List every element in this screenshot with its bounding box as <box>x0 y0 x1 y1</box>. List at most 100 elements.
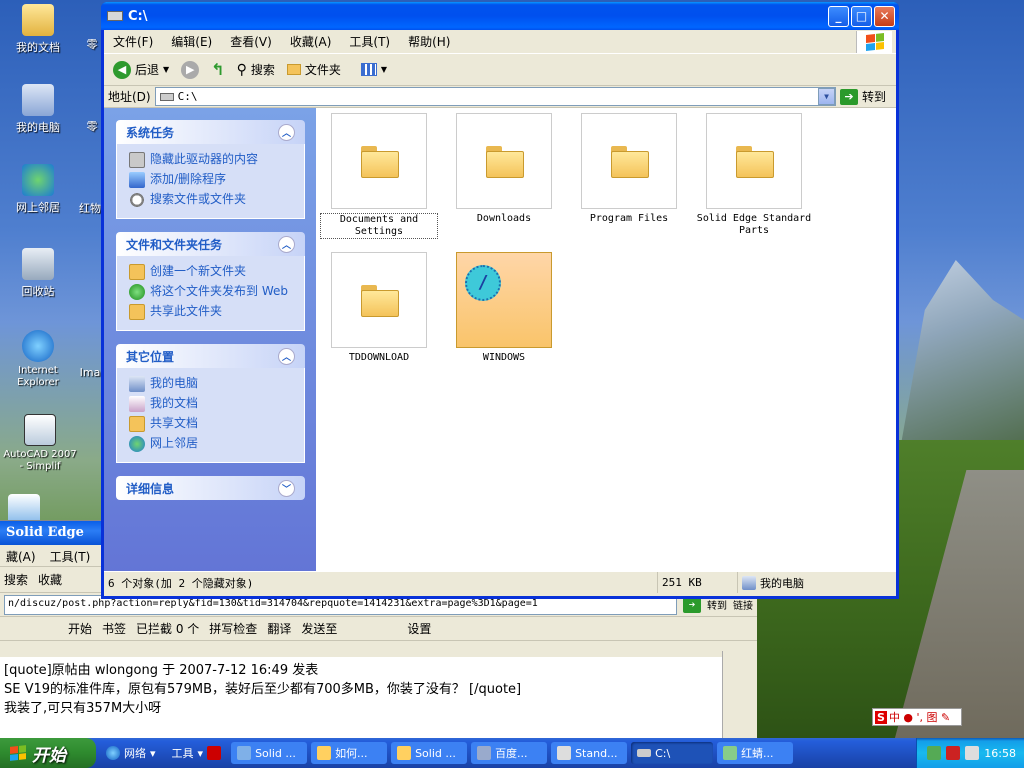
address-bar: 地址(D) C:\ ▼ ➔ 转到 <box>104 86 896 108</box>
bookmarks-button[interactable]: 书签 <box>102 620 126 637</box>
reply-textarea[interactable]: [quote]原帖由 wlongong 于 2007-7-12 16:49 发表… <box>0 657 722 741</box>
place-my-documents[interactable]: 我的文档 <box>129 394 294 414</box>
folder-item[interactable]: Solid Edge Standard Parts <box>695 113 813 237</box>
collapse-chevron-icon[interactable]: ︿ <box>278 347 295 365</box>
close-button[interactable]: ✕ <box>874 5 895 27</box>
taskbar-item-active[interactable]: C:\ <box>631 742 714 764</box>
favorites-button[interactable]: 收藏 <box>38 571 62 588</box>
recycle-bin-icon <box>22 248 54 280</box>
window-titlebar[interactable]: C:\ _ □ ✕ <box>101 2 899 30</box>
share-folder-icon <box>129 304 145 320</box>
menu-tools[interactable]: 工具(T) <box>340 31 399 52</box>
panel-header[interactable]: 系统任务 ︿ <box>116 120 305 144</box>
menu-help[interactable]: 帮助(H) <box>399 31 459 52</box>
forward-button[interactable]: ▶ <box>178 59 202 81</box>
back-button[interactable]: ◀ 后退 ▼ <box>110 59 172 81</box>
taskbar-item[interactable]: 如何... <box>311 742 388 764</box>
send-to-button[interactable]: 发送至 <box>301 620 337 637</box>
new-folder-icon <box>129 264 145 280</box>
my-computer-icon <box>742 575 756 590</box>
menu-item[interactable]: 工具(T) <box>50 548 91 564</box>
go-button[interactable]: 转到 <box>707 597 727 612</box>
quicklaunch-network[interactable]: 网络 ▾ <box>100 742 162 764</box>
toolbar: ◀ 后退 ▼ ▶ ↰ ⚲ 搜索 文件夹 ▼ <box>104 54 896 86</box>
task-publish-web[interactable]: 将这个文件夹发布到 Web <box>129 282 294 302</box>
menu-item[interactable]: 藏(A) <box>6 548 36 564</box>
quicklaunch-tools[interactable]: 工具 ▾ <box>166 742 228 764</box>
task-add-remove[interactable]: 添加/删除程序 <box>129 170 294 190</box>
start-search-button[interactable]: 开始 <box>68 620 92 637</box>
ime-toolbar[interactable]: S 中 ● ', 图 ✎ <box>872 708 962 726</box>
links-button[interactable]: 链接 <box>733 597 753 612</box>
folder-item[interactable]: Downloads <box>445 113 563 225</box>
file-view[interactable]: Documents and Settings Downloads Program… <box>316 108 896 572</box>
taskbar: 开始 网络 ▾ 工具 ▾ Solid ... 如何... Solid ... 百度.… <box>0 738 1024 768</box>
collapse-chevron-icon[interactable]: ︿ <box>278 123 295 141</box>
search-button[interactable]: ⚲ 搜索 <box>234 59 278 80</box>
place-my-computer[interactable]: 我的电脑 <box>129 374 294 394</box>
taskbar-item[interactable]: Solid ... <box>391 742 468 764</box>
panel-header[interactable]: 文件和文件夹任务 ︿ <box>116 232 305 256</box>
folder-name: Program Files <box>589 213 669 224</box>
menu-edit[interactable]: 编辑(E) <box>162 31 221 52</box>
publish-web-icon <box>129 284 145 300</box>
volume-tray-icon[interactable] <box>965 746 980 760</box>
desktop-icon-my-documents[interactable]: 我的文档 <box>0 4 76 55</box>
text-line: 我装了,可只有357M大小呀 <box>4 701 162 716</box>
text-line: [quote]原帖由 wlongong 于 2007-7-12 16:49 发表 <box>4 663 319 678</box>
file-folder-tasks-panel: 文件和文件夹任务 ︿ 创建一个新文件夹 将这个文件夹发布到 Web 共享此文件夹 <box>116 232 305 331</box>
address-label: 地址(D) <box>108 90 151 104</box>
search-button[interactable]: 搜索 <box>4 571 28 588</box>
folder-item[interactable]: Documents and Settings <box>320 113 438 239</box>
folder-name: TDDOWNLOAD <box>348 352 410 363</box>
task-new-folder[interactable]: 创建一个新文件夹 <box>129 262 294 282</box>
start-button[interactable]: 开始 <box>0 738 96 768</box>
views-button[interactable]: ▼ <box>358 61 390 78</box>
taskbar-item[interactable]: 红蜻... <box>717 742 794 764</box>
taskbar-item[interactable]: Stand... <box>551 742 628 764</box>
minimize-button[interactable]: _ <box>828 5 849 27</box>
desktop-icon-my-computer[interactable]: 我的电脑 <box>0 84 76 135</box>
task-share-folder[interactable]: 共享此文件夹 <box>129 302 294 322</box>
task-search[interactable]: 搜索文件或文件夹 <box>129 190 294 210</box>
task-pane: 系统任务 ︿ 隐藏此驱动器的内容 添加/删除程序 搜索文件或文件夹 文件和文件夹任… <box>104 108 316 572</box>
folder-item[interactable]: Program Files <box>570 113 688 225</box>
desktop-icon-ie[interactable]: Internet Explorer <box>0 330 76 389</box>
expand-chevron-icon[interactable]: ﹀ <box>278 479 295 497</box>
folder-item[interactable]: / WINDOWS <box>445 252 563 364</box>
panel-header[interactable]: 其它位置 ︿ <box>116 344 305 368</box>
folders-button[interactable]: 文件夹 <box>284 59 344 80</box>
textarea-scrollbar[interactable] <box>722 651 757 741</box>
panel-header[interactable]: 详细信息 ﹀ <box>116 476 305 500</box>
collapse-chevron-icon[interactable]: ︿ <box>278 235 295 253</box>
clock[interactable]: 16:58 <box>984 747 1016 760</box>
place-network[interactable]: 网上邻居 <box>129 434 294 454</box>
antivirus-tray-icon[interactable] <box>946 746 961 760</box>
network-tray-icon[interactable] <box>927 746 942 760</box>
address-field[interactable]: C:\ ▼ <box>154 87 836 106</box>
popup-blocked-button[interactable]: 已拦截 0 个 <box>136 620 199 637</box>
maximize-button[interactable]: □ <box>851 5 872 27</box>
folder-item[interactable]: TDDOWNLOAD <box>320 252 438 364</box>
explorer-window[interactable]: C:\ _ □ ✕ 文件(F) 编辑(E) 查看(V) 收藏(A) 工具(T) … <box>101 2 899 599</box>
task-hide-drive[interactable]: 隐藏此驱动器的内容 <box>129 150 294 170</box>
taskbar-item[interactable]: 百度... <box>471 742 548 764</box>
address-dropdown-icon[interactable]: ▼ <box>817 88 835 105</box>
menu-file[interactable]: 文件(F) <box>104 31 162 52</box>
taskbar-item[interactable]: Solid ... <box>231 742 308 764</box>
solid-edge-icon <box>237 746 252 760</box>
translate-button[interactable]: 翻译 <box>267 620 291 637</box>
folder-name: Solid Edge Standard Parts <box>696 213 812 236</box>
folder-thumbnail <box>331 113 427 209</box>
menu-view[interactable]: 查看(V) <box>221 31 281 52</box>
up-button[interactable]: ↰ <box>208 58 227 81</box>
spellcheck-button[interactable]: 拼写检查 <box>209 620 257 637</box>
menu-favorites[interactable]: 收藏(A) <box>281 31 341 52</box>
go-button[interactable]: 转到 <box>862 88 886 105</box>
desktop-icon-autocad[interactable]: AutoCAD 2007 - Simplif <box>0 414 80 473</box>
desktop-icon-network[interactable]: 网上邻居 <box>0 164 76 215</box>
desktop-partial-label: Ima <box>79 366 101 379</box>
place-shared-docs[interactable]: 共享文档 <box>129 414 294 434</box>
settings-button[interactable]: 设置 <box>407 620 431 637</box>
desktop-icon-recycle-bin[interactable]: 回收站 <box>0 248 76 299</box>
